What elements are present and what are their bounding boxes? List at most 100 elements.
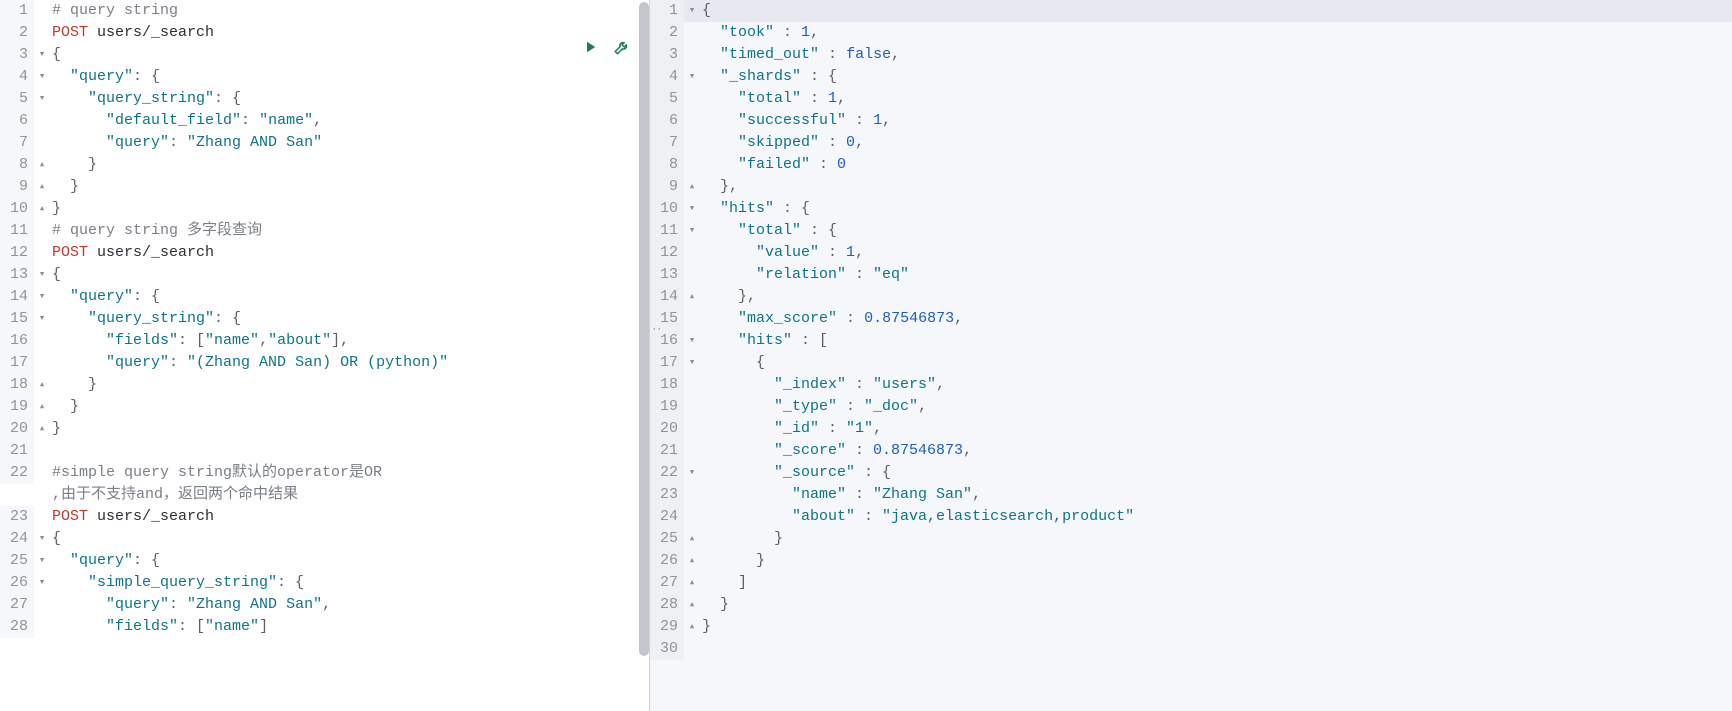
- splitter-handle[interactable]: ⋮: [650, 322, 661, 337]
- code-line[interactable]: 29▴}: [650, 616, 1732, 638]
- code-line[interactable]: 21: [0, 440, 649, 462]
- code-content[interactable]: "failed" : 0: [700, 154, 1732, 176]
- fold-toggle-icon[interactable]: ▴: [684, 572, 700, 594]
- code-content[interactable]: "hits" : {: [700, 198, 1732, 220]
- code-content[interactable]: }: [50, 374, 649, 396]
- code-content[interactable]: "fields": ["name","about"],: [50, 330, 649, 352]
- code-line[interactable]: 26▴ }: [650, 550, 1732, 572]
- code-line[interactable]: 27▴ ]: [650, 572, 1732, 594]
- code-content[interactable]: "max_score" : 0.87546873,: [700, 308, 1732, 330]
- code-content[interactable]: }: [50, 418, 649, 440]
- code-line[interactable]: 8 "failed" : 0: [650, 154, 1732, 176]
- fold-toggle-icon[interactable]: ▾: [34, 66, 50, 88]
- response-viewer-pane[interactable]: ⋮ 1▾{2 "took" : 1,3 "timed_out" : false,…: [650, 0, 1732, 711]
- run-icon[interactable]: [581, 38, 599, 56]
- code-line[interactable]: 24 "about" : "java,elasticsearch,product…: [650, 506, 1732, 528]
- code-line[interactable]: 18 "_index" : "users",: [650, 374, 1732, 396]
- fold-toggle-icon[interactable]: ▾: [684, 66, 700, 88]
- code-content[interactable]: "fields": ["name"]: [50, 616, 649, 638]
- code-line[interactable]: 16 "fields": ["name","about"],: [0, 330, 649, 352]
- code-line[interactable]: 19▴ }: [0, 396, 649, 418]
- code-line[interactable]: 3 "timed_out" : false,: [650, 44, 1732, 66]
- code-content[interactable]: }: [50, 396, 649, 418]
- fold-toggle-icon[interactable]: ▾: [34, 44, 50, 66]
- code-line[interactable]: 22▾ "_source" : {: [650, 462, 1732, 484]
- code-content[interactable]: # query string 多字段查询: [50, 220, 649, 242]
- code-content[interactable]: "query": {: [50, 66, 649, 88]
- code-content[interactable]: {: [50, 44, 649, 66]
- fold-toggle-icon[interactable]: ▾: [684, 352, 700, 374]
- code-line[interactable]: 14▴ },: [650, 286, 1732, 308]
- code-line[interactable]: 10▾ "hits" : {: [650, 198, 1732, 220]
- code-line[interactable]: 25▴ }: [650, 528, 1732, 550]
- wrench-icon[interactable]: [613, 38, 631, 56]
- fold-toggle-icon[interactable]: ▾: [684, 330, 700, 352]
- code-content[interactable]: }: [50, 176, 649, 198]
- code-line[interactable]: 26▾ "simple_query_string": {: [0, 572, 649, 594]
- fold-toggle-icon[interactable]: ▾: [34, 264, 50, 286]
- code-content[interactable]: }: [700, 550, 1732, 572]
- code-content[interactable]: {: [700, 352, 1732, 374]
- code-line[interactable]: 15▾ "query_string": {: [0, 308, 649, 330]
- code-content[interactable]: "value" : 1,: [700, 242, 1732, 264]
- code-line[interactable]: 9▴ }: [0, 176, 649, 198]
- code-line[interactable]: 23POST users/_search: [0, 506, 649, 528]
- fold-toggle-icon[interactable]: ▴: [34, 396, 50, 418]
- code-line[interactable]: 27 "query": "Zhang AND San",: [0, 594, 649, 616]
- code-line[interactable]: 8▴ }: [0, 154, 649, 176]
- code-content[interactable]: "query": "(Zhang AND San) OR (python)": [50, 352, 649, 374]
- code-content[interactable]: "_id" : "1",: [700, 418, 1732, 440]
- code-content[interactable]: "query_string": {: [50, 308, 649, 330]
- code-line[interactable]: 9▴ },: [650, 176, 1732, 198]
- code-content[interactable]: },: [700, 176, 1732, 198]
- request-editor-pane[interactable]: 1# query string2POST users/_search3▾{4▾ …: [0, 0, 650, 711]
- code-line[interactable]: 20 "_id" : "1",: [650, 418, 1732, 440]
- code-content[interactable]: "query": "Zhang AND San",: [50, 594, 649, 616]
- code-line[interactable]: 28 "fields": ["name"]: [0, 616, 649, 638]
- code-content[interactable]: POST users/_search: [50, 242, 649, 264]
- code-line[interactable]: 13 "relation" : "eq": [650, 264, 1732, 286]
- fold-toggle-icon[interactable]: ▴: [34, 374, 50, 396]
- code-content[interactable]: "query": {: [50, 286, 649, 308]
- fold-toggle-icon[interactable]: ▾: [684, 198, 700, 220]
- code-line[interactable]: 4▾ "_shards" : {: [650, 66, 1732, 88]
- code-line[interactable]: 23 "name" : "Zhang San",: [650, 484, 1732, 506]
- fold-toggle-icon[interactable]: ▴: [684, 286, 700, 308]
- code-line[interactable]: 11# query string 多字段查询: [0, 220, 649, 242]
- code-line[interactable]: 7 "skipped" : 0,: [650, 132, 1732, 154]
- code-content[interactable]: }: [700, 528, 1732, 550]
- code-line[interactable]: 5 "total" : 1,: [650, 88, 1732, 110]
- code-content[interactable]: {: [50, 264, 649, 286]
- code-content[interactable]: "total" : {: [700, 220, 1732, 242]
- code-content[interactable]: "about" : "java,elasticsearch,product": [700, 506, 1732, 528]
- code-content[interactable]: #simple query string默认的operator是OR ,由于不支…: [50, 462, 649, 506]
- code-line[interactable]: 10▴}: [0, 198, 649, 220]
- code-line[interactable]: 18▴ }: [0, 374, 649, 396]
- code-content[interactable]: }: [700, 616, 1732, 638]
- fold-toggle-icon[interactable]: ▾: [684, 462, 700, 484]
- code-line[interactable]: 2 "took" : 1,: [650, 22, 1732, 44]
- code-line[interactable]: 14▾ "query": {: [0, 286, 649, 308]
- code-content[interactable]: # query string: [50, 0, 649, 22]
- code-line[interactable]: 1# query string: [0, 0, 649, 22]
- fold-toggle-icon[interactable]: ▴: [34, 418, 50, 440]
- code-line[interactable]: 25▾ "query": {: [0, 550, 649, 572]
- fold-toggle-icon[interactable]: ▴: [34, 154, 50, 176]
- code-content[interactable]: "relation" : "eq": [700, 264, 1732, 286]
- fold-toggle-icon[interactable]: ▾: [684, 0, 700, 22]
- code-line[interactable]: 15 "max_score" : 0.87546873,: [650, 308, 1732, 330]
- fold-toggle-icon[interactable]: ▾: [684, 220, 700, 242]
- code-line[interactable]: 12POST users/_search: [0, 242, 649, 264]
- code-line[interactable]: 13▾{: [0, 264, 649, 286]
- code-line[interactable]: 28▴ }: [650, 594, 1732, 616]
- code-line[interactable]: 30: [650, 638, 1732, 660]
- code-content[interactable]: "query": {: [50, 550, 649, 572]
- code-content[interactable]: "simple_query_string": {: [50, 572, 649, 594]
- fold-toggle-icon[interactable]: ▾: [34, 88, 50, 110]
- fold-toggle-icon[interactable]: ▴: [684, 550, 700, 572]
- code-content[interactable]: "query_string": {: [50, 88, 649, 110]
- fold-toggle-icon[interactable]: ▾: [34, 550, 50, 572]
- fold-toggle-icon[interactable]: ▴: [684, 528, 700, 550]
- code-content[interactable]: {: [700, 0, 1732, 22]
- code-line[interactable]: 12 "value" : 1,: [650, 242, 1732, 264]
